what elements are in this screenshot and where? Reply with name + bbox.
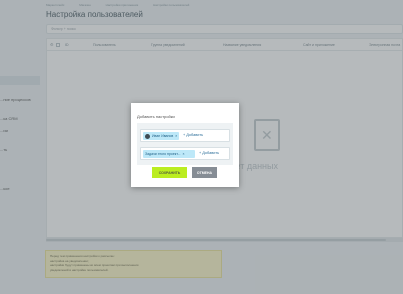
close-icon[interactable]: × [175, 134, 177, 138]
cancel-button[interactable]: ОТМЕНА [192, 167, 217, 178]
dialog-body: Иван Иванов × + Добавить Задачи этого пр… [137, 123, 233, 165]
add-user-button[interactable]: + Добавить [183, 133, 203, 137]
notification-selector-field[interactable]: Задачи этого проект... × + Добавить [140, 147, 230, 160]
avatar [145, 133, 150, 139]
tag-label: Иван Иванов [152, 134, 174, 138]
user-selector-field[interactable]: Иван Иванов × + Добавить [140, 129, 230, 142]
tag-label: Задачи этого проект... [145, 152, 181, 156]
selected-user-tag[interactable]: Иван Иванов × [143, 132, 179, 140]
add-settings-dialog: Добавить настройки Иван Иванов × + Добав… [131, 103, 239, 187]
selected-notification-tag[interactable]: Задачи этого проект... × [143, 150, 195, 158]
add-notification-button[interactable]: + Добавить [199, 151, 219, 155]
close-icon[interactable]: × [183, 152, 185, 156]
save-button[interactable]: СОХРАНИТЬ [152, 167, 187, 178]
dialog-title: Добавить настройки [137, 114, 175, 119]
